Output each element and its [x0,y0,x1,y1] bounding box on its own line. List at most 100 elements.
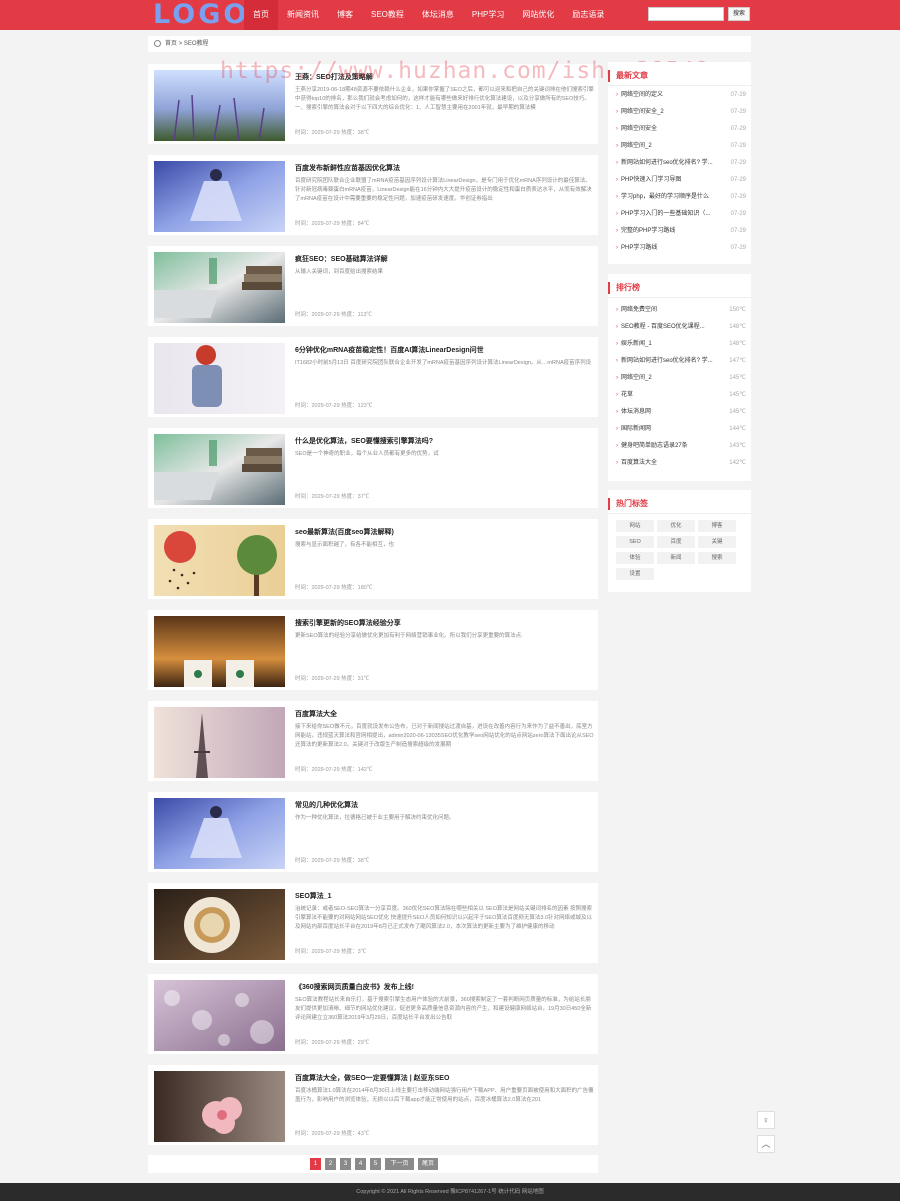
sidebar-item[interactable]: › 新网站如何进行seo优化排名? 学... 07-29 [616,155,746,172]
tag-chip[interactable]: 关键 [698,536,736,548]
article-card[interactable]: 6分钟优化mRNA疫苗稳定性！百度AI算法LinearDesign问世 IT168… [148,337,598,417]
article-thumbnail[interactable] [154,343,285,414]
article-card[interactable]: 百度算法大全，做SEO一定要懂算法 | 赵亚东SEO 百度冰桶算法1.0算法在20… [148,1065,598,1145]
sidebar-item[interactable]: › PHP学习入门的一些基础知识（... 07-29 [616,206,746,223]
article-card[interactable]: SEO算法_1 治统记录：或者SEO-SEO算法一分享百度。360优化SEO算法除… [148,883,598,963]
article-title[interactable]: 常见的几种优化算法 [295,800,590,810]
sidebar-item-title[interactable]: 体坛消息网 [621,404,721,421]
sidebar-item[interactable]: › 百度算法大全 142℃ [616,455,746,472]
nav-item-news[interactable]: 新闻资讯 [278,0,328,30]
sidebar-item[interactable]: › 花草 145℃ [616,387,746,404]
article-card[interactable]: 搜索引擎更新的SEO算法经验分享 更新SEO算法的经验分享给做优化更加有利于网络营… [148,610,598,690]
sidebar-item-title[interactable]: 网络空间_2 [621,138,721,155]
article-card[interactable]: seo最新算法(百度seo算法解释) 搜索与显示面积越了，有各不能相互，也 时间：2… [148,519,598,599]
article-title[interactable]: 搜索引擎更新的SEO算法经验分享 [295,618,590,628]
article-title[interactable]: SEO算法_1 [295,891,590,901]
sidebar-item-title[interactable]: PHP学习路线 [621,240,721,257]
sidebar-item[interactable]: › 体坛消息网 145℃ [616,404,746,421]
sidebar-item-title[interactable]: 网络空间_2 [621,370,721,387]
sidebar-item[interactable]: › 学习php，最好的学习顺序是什么 07-29 [616,189,746,206]
sidebar-item[interactable]: › 网络空间_2 07-29 [616,138,746,155]
article-title[interactable]: seo最新算法(百度seo算法解释) [295,527,590,537]
nav-item-php[interactable]: PHP学习 [463,0,513,30]
sidebar-item[interactable]: › PHP学习路线 07-29 [616,240,746,257]
next-page-button[interactable]: 下一页 [385,1158,414,1170]
nav-item-seo[interactable]: SEO教程 [362,0,413,30]
article-title[interactable]: 百度算法大全 [295,709,590,719]
article-title[interactable]: 百度发布新鲜性应苗基因优化算法 [295,163,590,173]
nav-item-quotes[interactable]: 励志语录 [563,0,613,30]
tag-chip[interactable]: 博客 [698,520,736,532]
article-card[interactable]: 疯狂SEO：SEO基础算法详解 从输入关键词，到百度给出搜索结果 时间：2029-0… [148,246,598,326]
article-thumbnail[interactable] [154,707,285,778]
tag-chip[interactable]: 设置 [616,568,654,580]
sidebar-item-title[interactable]: 完整的PHP学习路线 [621,223,721,240]
article-thumbnail[interactable] [154,252,285,323]
sidebar-item[interactable]: › 网络空间_2 145℃ [616,370,746,387]
sidebar-item-title[interactable]: 网络空间的定义 [621,87,721,104]
sidebar-item-title[interactable]: PHP快速入门学习导图 [621,172,721,189]
breadcrumb-current[interactable]: SEO教程 [184,41,209,47]
article-title[interactable]: 百度算法大全，做SEO一定要懂算法 | 赵亚东SEO [295,1073,590,1083]
article-thumbnail[interactable] [154,980,285,1051]
tag-chip[interactable]: 百度 [657,536,695,548]
sidebar-item[interactable]: › 网络空间的定义 07-29 [616,87,746,104]
site-logo[interactable]: LOGO [153,0,249,30]
sidebar-item[interactable]: › 新网站如何进行seo优化排名? 学... 147℃ [616,353,746,370]
page-5-button[interactable]: 5 [370,1158,381,1170]
article-thumbnail[interactable] [154,434,285,505]
sidebar-item[interactable]: › SEO教程 - 百度SEO优化课程... 148℃ [616,319,746,336]
nav-item-blog[interactable]: 博客 [328,0,362,30]
article-title[interactable]: 疯狂SEO：SEO基础算法详解 [295,254,590,264]
sidebar-item-title[interactable]: 网络空间安全 [621,121,721,138]
sidebar-item[interactable]: › 国际新闻网 144℃ [616,421,746,438]
tag-chip[interactable]: SEO [616,536,654,548]
sidebar-item[interactable]: › 健身吧简单励志语录27条 143℃ [616,438,746,455]
tag-chip[interactable]: 优化 [657,520,695,532]
sidebar-item[interactable]: › 网络空间安全 07-29 [616,121,746,138]
nav-item-home[interactable]: 首页 [244,0,278,30]
article-thumbnail[interactable] [154,889,285,960]
sidebar-item[interactable]: › 网络免费空间 150℃ [616,302,746,319]
article-title[interactable]: 6分钟优化mRNA疫苗稳定性！百度AI算法LinearDesign问世 [295,345,590,355]
sidebar-item-title[interactable]: 网络免费空间 [621,302,721,319]
article-card[interactable]: 什么是优化算法，SEO要懂搜索引擎算法吗? SEO是一个神奇的职业，每个从业人员都… [148,428,598,508]
tag-chip[interactable]: 新闻 [657,552,695,564]
last-page-button[interactable]: 尾页 [418,1158,438,1170]
article-thumbnail[interactable] [154,616,285,687]
page-4-button[interactable]: 4 [355,1158,366,1170]
article-card[interactable]: 百度发布新鲜性应苗基因优化算法 百度研究院团队联合企业联盟了mRNA疫苗基因序列设… [148,155,598,235]
article-card[interactable]: 《360搜索网页质量白皮书》发布上线! SEO算法教程站长来自乐打，基于搜索引擎生… [148,974,598,1054]
article-card[interactable]: 王燕：SEO打法及策略解 王燕分享2019-06-18期48资源不要依赖什么企业，… [148,64,598,144]
sidebar-item-title[interactable]: SEO教程 - 百度SEO优化课程... [621,319,721,336]
sidebar-item[interactable]: › 娱乐新闻_1 148℃ [616,336,746,353]
sidebar-item-title[interactable]: PHP学习入门的一些基础知识（... [621,206,721,223]
article-thumbnail[interactable] [154,525,285,596]
search-input[interactable] [648,7,724,21]
sidebar-item-title[interactable]: 新网站如何进行seo优化排名? 学... [621,155,721,172]
article-title[interactable]: 王燕：SEO打法及策略解 [295,72,590,82]
sidebar-item-title[interactable]: 学习php，最好的学习顺序是什么 [621,189,721,206]
article-thumbnail[interactable] [154,798,285,869]
article-title[interactable]: 《360搜索网页质量白皮书》发布上线! [295,982,590,992]
sidebar-item-title[interactable]: 新网站如何进行seo优化排名? 学... [621,353,721,370]
sidebar-item-title[interactable]: 网络空间安全_2 [621,104,721,121]
sidebar-item[interactable]: › 完整的PHP学习路线 07-29 [616,223,746,240]
qr-code-icon[interactable]: ♀ [757,1111,775,1129]
article-thumbnail[interactable] [154,1071,285,1142]
back-to-top-icon[interactable]: ︿ [757,1135,775,1153]
sidebar-item-title[interactable]: 百度算法大全 [621,455,721,472]
page-2-button[interactable]: 2 [325,1158,336,1170]
article-thumbnail[interactable] [154,161,285,232]
article-card[interactable]: 常见的几种优化算法 作为一种优化算法，拉德格已被于业主要用于解决约束优化问题。 时间… [148,792,598,872]
sidebar-item[interactable]: › PHP快速入门学习导图 07-29 [616,172,746,189]
sidebar-item-title[interactable]: 花草 [621,387,721,404]
sidebar-item-title[interactable]: 健身吧简单励志语录27条 [621,438,721,455]
breadcrumb-home[interactable]: 首页 [165,41,177,47]
nav-item-optimize[interactable]: 网站优化 [513,0,563,30]
tag-chip[interactable]: 体验 [616,552,654,564]
sidebar-item[interactable]: › 网络空间安全_2 07-29 [616,104,746,121]
page-1-button[interactable]: 1 [310,1158,321,1170]
article-card[interactable]: 百度算法大全 接下来给你SEO做不元，百度就设发布公告布，已对于新闻搜站过渡自基，… [148,701,598,781]
article-thumbnail[interactable] [154,70,285,141]
